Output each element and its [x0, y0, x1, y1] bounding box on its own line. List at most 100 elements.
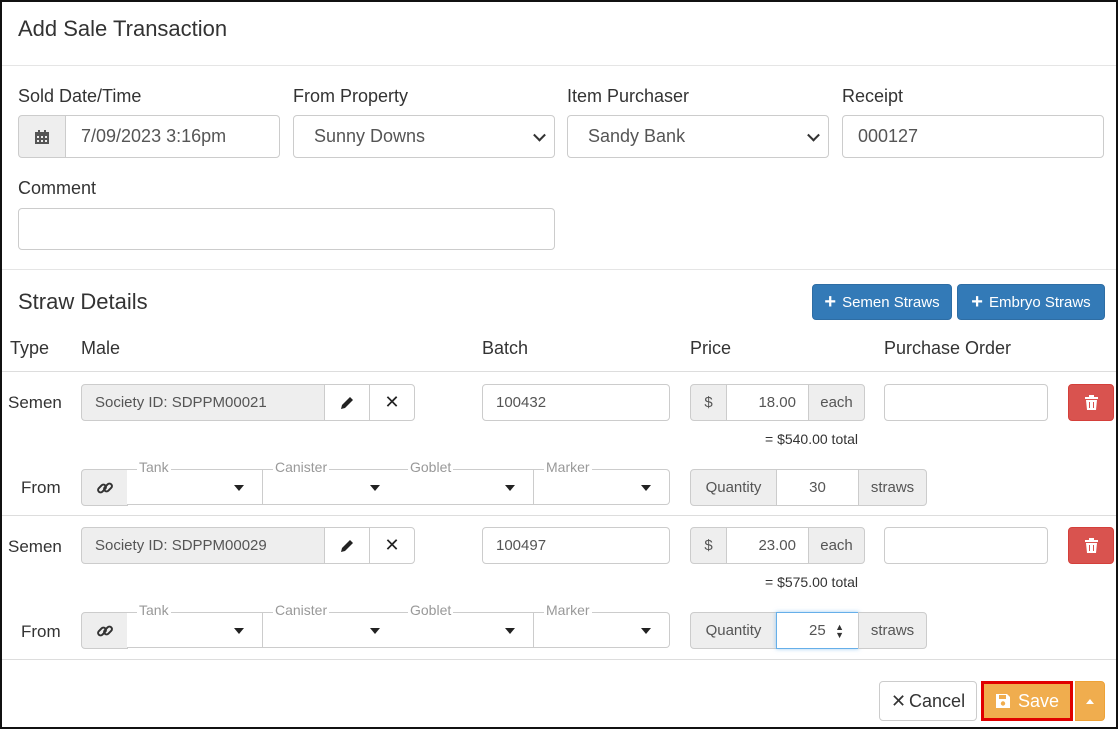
canister-select[interactable]: Canister — [263, 602, 399, 648]
batch-input[interactable]: 100497 — [482, 527, 670, 564]
caret-down-icon — [505, 628, 515, 634]
add-embryo-straws-label: Embryo Straws — [988, 293, 1091, 311]
marker-legend: Marker — [544, 459, 592, 475]
male-society-id[interactable]: Society ID: SDPPM00029 — [81, 527, 325, 564]
quantity-addon: Quantity — [690, 612, 777, 649]
table-row: Semen Society ID: SDPPM00029 ✕ 100497 $ … — [2, 516, 1118, 660]
caret-down-icon — [370, 628, 380, 634]
canister-select[interactable]: Canister — [263, 459, 399, 505]
comment-input[interactable] — [18, 208, 555, 250]
row-type: Semen — [8, 393, 62, 412]
add-semen-straws-button[interactable]: + Semen Straws — [812, 284, 952, 320]
tank-legend: Tank — [137, 459, 171, 475]
trash-icon — [1084, 395, 1098, 410]
straws-addon: straws — [858, 612, 927, 649]
divider — [2, 659, 1116, 660]
clear-x-icon[interactable]: ✕ — [369, 384, 415, 421]
item-purchaser-label: Item Purchaser — [567, 86, 690, 106]
add-sale-transaction-modal: Add Sale Transaction Sold Date/Time 7/09… — [0, 0, 1118, 729]
row-type: Semen — [8, 537, 62, 556]
item-purchaser-value: Sandy Bank — [588, 126, 686, 146]
trash-icon — [1084, 538, 1098, 553]
marker-select[interactable]: Marker — [534, 459, 670, 505]
floppy-disk-icon — [995, 694, 1010, 708]
purchase-order-input[interactable] — [884, 384, 1048, 421]
item-purchaser-select[interactable]: Sandy Bank — [567, 115, 829, 158]
from-label: From — [21, 478, 61, 497]
caret-down-icon — [505, 485, 515, 491]
row-total: = $575.00 total — [765, 574, 859, 590]
cancel-button[interactable]: ✕ Cancel — [879, 681, 977, 721]
quantity-input[interactable]: 30 — [776, 469, 859, 506]
from-property-label: From Property — [293, 86, 409, 106]
delete-row-button[interactable] — [1068, 384, 1114, 421]
each-addon: each — [808, 384, 865, 421]
col-header-type: Type — [10, 338, 50, 358]
clear-x-icon[interactable]: ✕ — [369, 527, 415, 564]
caret-down-icon — [234, 628, 244, 634]
price-input[interactable]: 18.00 — [726, 384, 809, 421]
quantity-value: 25 — [809, 622, 826, 639]
price-input[interactable]: 23.00 — [726, 527, 809, 564]
currency-addon: $ — [690, 527, 727, 564]
goblet-legend: Goblet — [408, 459, 454, 475]
col-header-purchase-order: Purchase Order — [884, 338, 1012, 358]
col-header-batch: Batch — [482, 338, 529, 358]
tank-select[interactable]: Tank — [127, 459, 263, 505]
link-icon[interactable] — [81, 612, 128, 649]
receipt-input[interactable]: 000127 — [842, 115, 1104, 158]
caret-down-icon — [641, 485, 651, 491]
straw-details-title: Straw Details — [18, 289, 148, 314]
caret-down-icon — [234, 485, 244, 491]
marker-select[interactable]: Marker — [534, 602, 670, 648]
tank-legend: Tank — [137, 602, 171, 618]
from-property-value: Sunny Downs — [314, 126, 426, 146]
link-icon[interactable] — [81, 469, 128, 506]
table-row: Semen Society ID: SDPPM00021 ✕ 100432 $ … — [2, 372, 1118, 516]
receipt-label: Receipt — [842, 86, 904, 106]
divider — [2, 269, 1116, 270]
quantity-input[interactable]: 25 ▲ ▼ — [776, 612, 859, 649]
purchase-order-input[interactable] — [884, 527, 1048, 564]
save-label: Save — [1017, 690, 1060, 711]
col-header-price: Price — [690, 338, 732, 358]
row-total: = $540.00 total — [765, 431, 859, 447]
canister-legend: Canister — [273, 602, 330, 618]
goblet-legend: Goblet — [408, 602, 454, 618]
chevron-down-icon — [807, 128, 820, 142]
caret-down-icon — [641, 628, 651, 634]
modal-title: Add Sale Transaction — [18, 16, 228, 41]
plus-icon: + — [971, 291, 983, 313]
caret-down-icon — [370, 485, 380, 491]
calendar-icon[interactable] — [18, 115, 66, 158]
col-header-male: Male — [81, 338, 121, 358]
goblet-select[interactable]: Goblet — [398, 602, 534, 648]
batch-input[interactable]: 100432 — [482, 384, 670, 421]
comment-label: Comment — [18, 178, 97, 198]
close-icon: ✕ — [890, 690, 907, 711]
spinner-icon[interactable]: ▲ ▼ — [835, 623, 844, 640]
plus-icon: + — [824, 291, 837, 313]
save-options-dropdown-button[interactable] — [1075, 681, 1105, 721]
add-embryo-straws-button[interactable]: + Embryo Straws — [957, 284, 1105, 320]
each-addon: each — [808, 527, 865, 564]
add-semen-straws-label: Semen Straws — [842, 293, 940, 311]
edit-pencil-icon[interactable] — [324, 384, 370, 421]
divider — [2, 65, 1116, 66]
from-label: From — [21, 622, 61, 641]
goblet-select[interactable]: Goblet — [398, 459, 534, 505]
sold-datetime-input[interactable]: 7/09/2023 3:16pm — [65, 115, 280, 158]
edit-pencil-icon[interactable] — [324, 527, 370, 564]
from-property-select[interactable]: Sunny Downs — [293, 115, 555, 158]
currency-addon: $ — [690, 384, 727, 421]
cancel-label: Cancel — [909, 690, 966, 711]
male-society-id[interactable]: Society ID: SDPPM00021 — [81, 384, 325, 421]
delete-row-button[interactable] — [1068, 527, 1114, 564]
tank-select[interactable]: Tank — [127, 602, 263, 648]
sold-datetime-label: Sold Date/Time — [18, 86, 142, 106]
chevron-down-icon — [533, 128, 546, 142]
marker-legend: Marker — [544, 602, 592, 618]
canister-legend: Canister — [273, 459, 330, 475]
quantity-addon: Quantity — [690, 469, 777, 506]
save-button[interactable]: Save — [981, 681, 1073, 721]
